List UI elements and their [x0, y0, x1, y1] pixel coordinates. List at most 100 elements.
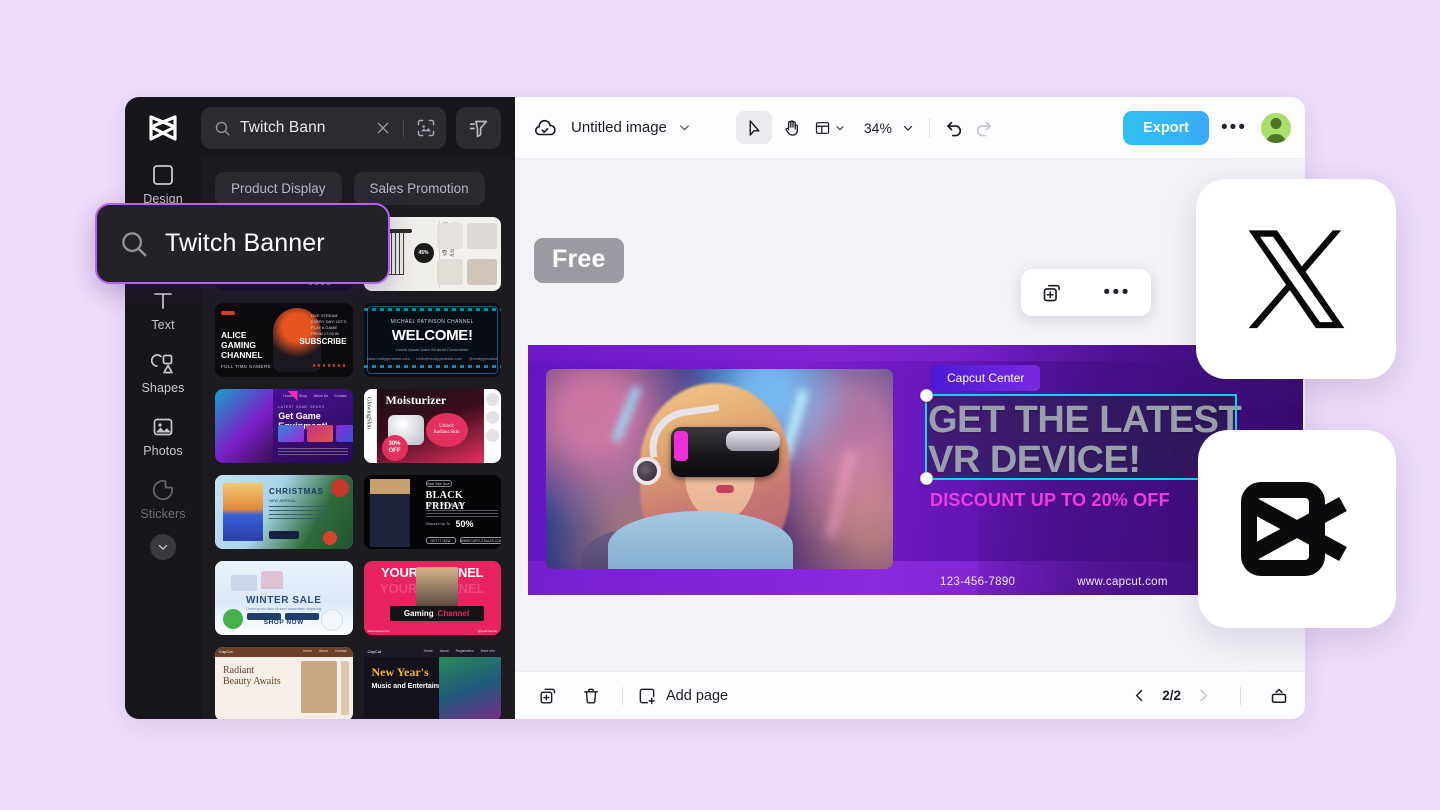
x-logo-card[interactable]	[1196, 179, 1396, 379]
banner-website: www.capcut.com	[1077, 576, 1167, 588]
hand-icon	[782, 118, 802, 138]
selection-box[interactable]	[925, 394, 1237, 480]
left-panel-header: Twitch Bann	[125, 97, 515, 159]
chip-sales-promotion[interactable]: Sales Promotion	[354, 172, 485, 205]
chip-product-display[interactable]: Product Display	[215, 172, 342, 205]
page-navigator: 2/2	[1131, 686, 1289, 706]
page-indicator: 2/2	[1162, 688, 1181, 703]
selection-handle-bottom-left[interactable]	[920, 472, 933, 485]
add-page-icon	[637, 686, 657, 706]
template-card[interactable]: CHRISTMAS NEW ARRIVAL	[215, 475, 353, 549]
editor-area: Untitled image	[515, 97, 1305, 719]
editor-topbar: Untitled image	[515, 97, 1305, 159]
delete-page-button[interactable]	[574, 680, 608, 712]
search-input-value: Twitch Bann	[240, 119, 366, 137]
divider	[1240, 687, 1241, 705]
design-icon	[151, 163, 175, 187]
close-icon[interactable]	[375, 120, 391, 136]
template-card[interactable]: HomeShopAbout UsContact LATEST GAME GEAR…	[215, 389, 353, 463]
history-controls	[944, 117, 994, 138]
photos-icon	[151, 415, 175, 439]
template-card[interactable]: Best Sale Now BLACK FRIDAY SPECIAL SALE …	[364, 475, 502, 549]
template-card[interactable]: WINTER SALE Lorem ipsum dolor sit amet c…	[215, 561, 353, 635]
divider	[622, 687, 623, 705]
sidebar-item-label: Text	[151, 318, 174, 332]
free-badge: Free	[534, 238, 624, 283]
trash-icon	[581, 686, 601, 706]
search-callout[interactable]: Twitch Banner	[95, 203, 390, 284]
photo-lips	[716, 485, 734, 493]
vr-girl-photo[interactable]	[546, 369, 893, 569]
template-card[interactable]: CapCut HomeAboutContact RadiantBeauty Aw…	[215, 647, 353, 719]
document-title[interactable]: Untitled image	[571, 119, 667, 136]
template-grid: CAPCUT GAMING CHANNEL	[215, 217, 501, 719]
zoom-level: 34%	[864, 120, 892, 136]
add-page-label: Add page	[666, 688, 728, 704]
filter-icon	[468, 118, 489, 139]
photo-vr-accent	[674, 431, 688, 461]
stickers-icon	[151, 478, 175, 502]
selection-handle-top-left[interactable]	[920, 389, 933, 402]
photo-earcup	[633, 457, 661, 485]
template-card[interactable]: GlowingSkin Moisturizer UnlockRadiant Sk…	[364, 389, 502, 463]
rail-expand-button[interactable]	[150, 534, 176, 560]
more-options-button[interactable]: •••	[1217, 111, 1251, 145]
template-card[interactable]: YOUR CHANNEL YOUR CHANNEL GamingChannel …	[364, 561, 502, 635]
duplicate-icon	[538, 686, 558, 706]
banner-subhead[interactable]: DISCOUNT UP TO 20% OFF	[930, 490, 1170, 511]
undo-icon[interactable]	[944, 117, 965, 138]
screenshot-root: Twitch Bann	[0, 0, 1440, 810]
search-icon	[119, 229, 149, 259]
template-card[interactable]: MICHAEL PATINSON CHANNEL WELCOME! Lorem …	[364, 303, 502, 377]
canvas-tools	[736, 111, 848, 144]
banner-badge[interactable]: Capcut Center	[931, 365, 1040, 391]
chevron-down-icon[interactable]	[677, 120, 692, 135]
export-button[interactable]: Export	[1123, 111, 1209, 145]
photo-vr-lens	[726, 431, 780, 451]
avatar[interactable]	[1261, 113, 1291, 143]
sidebar-item-label: Photos	[143, 444, 183, 458]
capcut-logo[interactable]	[125, 97, 201, 159]
x-twitter-logo-icon	[1237, 220, 1355, 338]
select-tool-button[interactable]	[736, 111, 772, 144]
cursor-icon	[744, 118, 764, 138]
avatar-head	[1271, 118, 1282, 129]
banner-contact-row: 123-456-7890 www.capcut.com	[528, 576, 1303, 588]
sidebar-item-label: Stickers	[140, 507, 185, 521]
search-input[interactable]: Twitch Bann	[201, 107, 446, 149]
banner-phone: 123-456-7890	[940, 576, 1015, 588]
layout-icon	[814, 118, 831, 138]
sidebar-item-photos[interactable]: Photos	[125, 404, 201, 467]
search-callout-text: Twitch Banner	[165, 229, 325, 258]
capcut-logo-icon	[146, 114, 180, 142]
duplicate-page-button[interactable]	[531, 680, 565, 712]
hand-tool-button[interactable]	[774, 111, 810, 144]
layout-tool-button[interactable]	[812, 111, 848, 144]
chevron-down-icon[interactable]	[901, 121, 915, 135]
redo-icon[interactable]	[973, 117, 994, 138]
artboard[interactable]: Capcut Center GET THE LATEST VR DEVICE! …	[528, 345, 1303, 595]
divider	[929, 118, 930, 138]
left-panel: Twitch Bann	[125, 97, 515, 719]
sidebar-item-text[interactable]: Text	[125, 278, 201, 341]
add-page-button[interactable]: Add page	[637, 686, 728, 706]
capcut-logo-card[interactable]	[1198, 430, 1396, 628]
chevron-down-icon	[156, 540, 170, 554]
chevron-left-icon[interactable]	[1131, 687, 1148, 704]
cloud-sync-icon[interactable]	[533, 116, 557, 140]
chevron-right-icon[interactable]	[1195, 687, 1212, 704]
chevron-down-icon[interactable]	[834, 121, 846, 135]
template-card[interactable]: CapCut HomeAboutRegistrationMore Info Ne…	[364, 647, 502, 719]
present-icon[interactable]	[1269, 686, 1289, 706]
canvas-area[interactable]: Free	[515, 159, 1305, 671]
capcut-editor-window: Twitch Bann	[125, 97, 1305, 719]
sidebar-item-stickers[interactable]: Stickers	[125, 467, 201, 530]
search-icon	[214, 120, 231, 137]
filter-button[interactable]	[456, 107, 501, 149]
image-search-icon[interactable]	[416, 118, 436, 138]
zoom-control[interactable]: 34%	[864, 120, 915, 136]
duplicate-icon[interactable]	[1041, 282, 1063, 304]
capcut-logo-icon	[1237, 478, 1357, 580]
sidebar-item-shapes[interactable]: Shapes	[125, 341, 201, 404]
template-card[interactable]: ALICEGAMINGCHANNEL FULL TIME GAMERS LIVE…	[215, 303, 353, 377]
